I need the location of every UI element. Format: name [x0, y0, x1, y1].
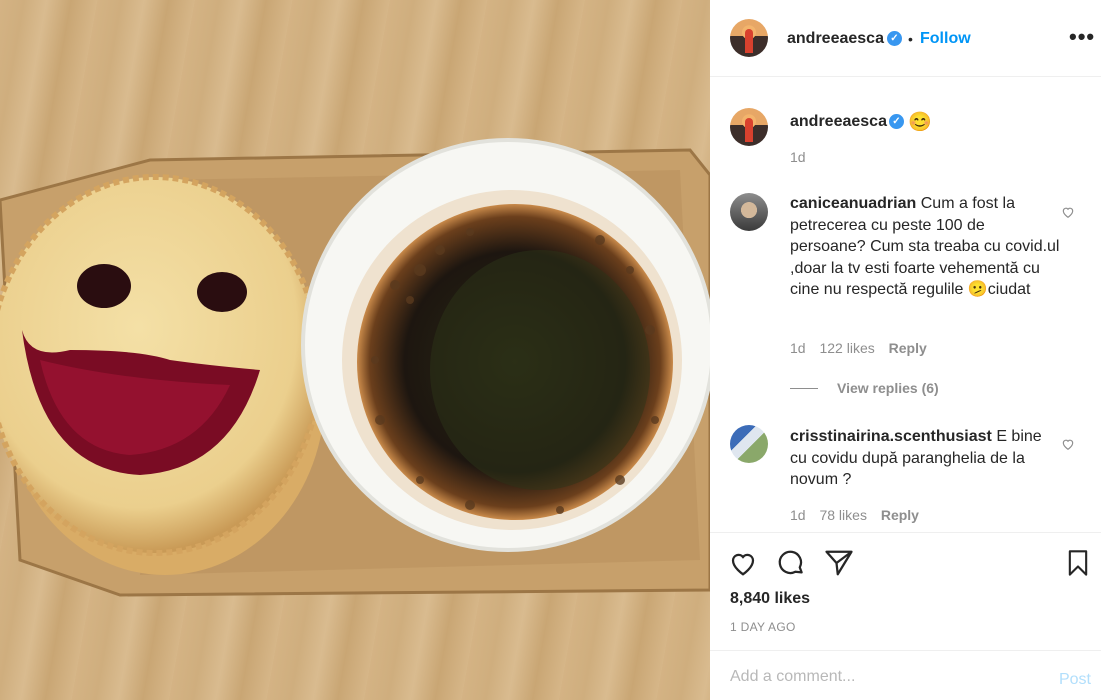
post-comment-button[interactable]: Post: [1059, 671, 1091, 689]
comment-likes[interactable]: 78 likes: [819, 507, 866, 523]
add-comment-bar: Post: [710, 650, 1101, 700]
caption-avatar[interactable]: [730, 108, 768, 146]
comment-meta: 1d 122 likes Reply: [790, 340, 937, 356]
comment-input[interactable]: [730, 665, 1030, 689]
likes-count[interactable]: 8,840 likes: [730, 590, 810, 608]
caption-username[interactable]: andreeaesca: [790, 113, 887, 131]
view-replies-button[interactable]: View replies (6): [837, 380, 939, 396]
replies-divider: [790, 388, 818, 389]
post-date[interactable]: 1 DAY AGO: [730, 620, 796, 634]
comment-avatar[interactable]: [730, 193, 768, 231]
author-username[interactable]: andreeaesca: [787, 30, 884, 48]
verified-icon: ✓: [887, 31, 902, 46]
heart-icon[interactable]: [728, 548, 758, 578]
comment-username[interactable]: caniceanuadrian: [790, 195, 916, 212]
caption-emoji: 😊: [908, 112, 932, 133]
caption-time[interactable]: 1d: [790, 149, 806, 165]
verified-icon: ✓: [889, 114, 904, 129]
photo-illustration: [0, 138, 710, 597]
reply-button[interactable]: Reply: [881, 507, 919, 523]
author-avatar[interactable]: [730, 19, 768, 57]
more-options-icon[interactable]: •••: [1069, 24, 1095, 50]
bookmark-icon[interactable]: [1064, 548, 1092, 578]
comment-time[interactable]: 1d: [790, 507, 806, 523]
comment-1: caniceanuadrian Cum a fost la petrecerea…: [790, 193, 1060, 301]
post-sidebar: andreeaesca ✓ • Follow ••• andreeaesca ✓…: [710, 0, 1101, 700]
share-icon[interactable]: [824, 548, 854, 578]
comment-time[interactable]: 1d: [790, 340, 806, 356]
comment-like-icon[interactable]: [1061, 205, 1075, 219]
post-photo[interactable]: [0, 0, 710, 700]
comment-2: crisstinairina.scenthusiast E bine cu co…: [790, 426, 1060, 491]
comment-meta: 1d 78 likes Reply: [790, 507, 929, 523]
comment-likes[interactable]: 122 likes: [819, 340, 874, 356]
comment-like-icon[interactable]: [1061, 437, 1075, 451]
separator-dot: •: [908, 31, 913, 47]
comments-section: andreeaesca ✓ 😊 1d caniceanuadrian Cum a…: [710, 78, 1101, 532]
follow-button[interactable]: Follow: [920, 30, 971, 48]
comment-icon[interactable]: [776, 548, 806, 578]
comment-username[interactable]: crisstinairina.scenthusiast: [790, 428, 992, 445]
post-header: andreeaesca ✓ • Follow •••: [710, 0, 1101, 77]
comment-avatar[interactable]: [730, 425, 768, 463]
post-actions: 8,840 likes 1 DAY AGO: [710, 532, 1101, 650]
reply-button[interactable]: Reply: [889, 340, 927, 356]
